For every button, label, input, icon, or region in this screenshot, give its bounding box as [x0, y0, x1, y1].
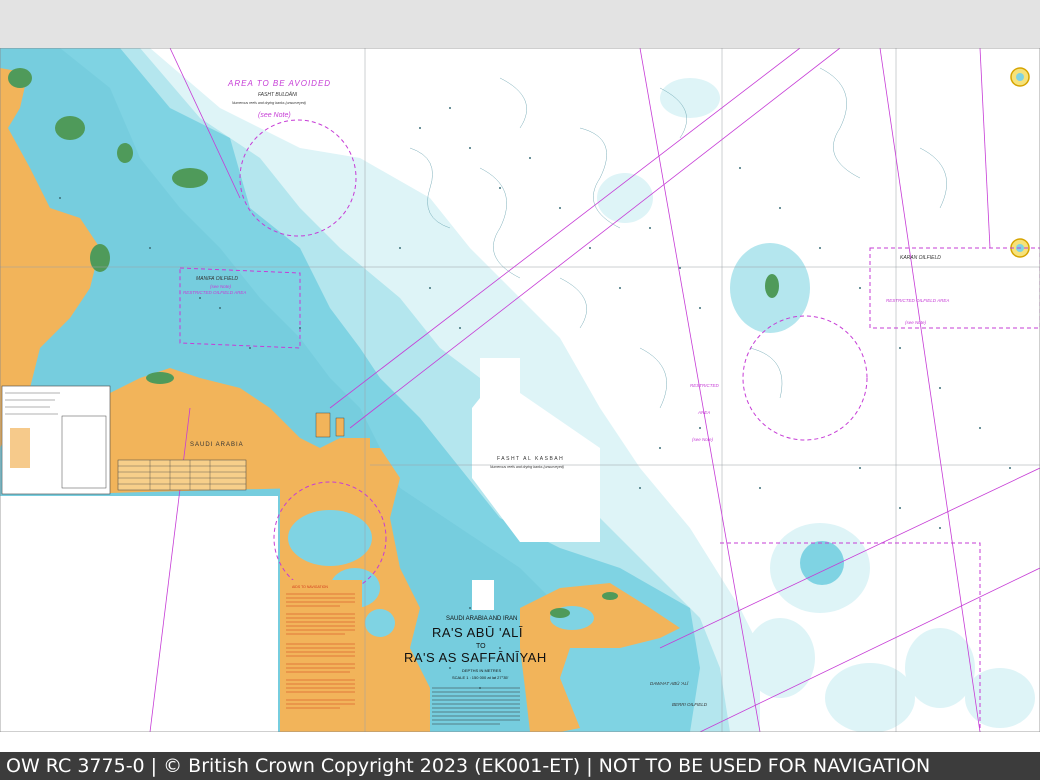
kasbah-label: FASHT AL KASBAH — [497, 456, 564, 462]
area-mid: AREA — [697, 410, 710, 415]
restricted-right: RESTRICTED OILFIELD AREA — [886, 298, 949, 303]
area-note: (see Note) — [692, 437, 714, 442]
copyright-footer: OW RC 3775-0 | © British Crown Copyright… — [0, 752, 1040, 780]
title-depths: DEPTHS IN METRES — [462, 668, 501, 673]
bottom-margin — [0, 732, 1040, 752]
title-region: SAUDI ARABIA AND IRAN — [446, 616, 517, 622]
notes-heading: AIDS TO NAVIGATION — [292, 585, 328, 589]
saudi-label: SAUDI ARABIA — [190, 442, 244, 448]
avoid-sub: Numerous reefs and drying banks (unsurve… — [232, 101, 306, 105]
dawhat-label: DAWHAT ABŪ 'ALĪ — [650, 680, 689, 686]
karan-note: (see Note) — [905, 320, 927, 325]
title-to: TO — [476, 643, 486, 650]
title-line2: RA'S AS SAFFĀNĪYAH — [404, 650, 547, 665]
nautical-chart[interactable]: AREA TO BE AVOIDED FASHT BULDĀNI Numerou… — [0, 47, 1040, 733]
inset-box-left — [0, 496, 278, 732]
avoid-title: AREA TO BE AVOIDED — [227, 79, 331, 88]
title-line1: RA'S ABŪ 'ALĪ — [432, 625, 523, 640]
title-scale: SCALE 1 : 150 000 at lat 27°35' — [452, 675, 509, 680]
avoid-name: FASHT BULDĀNI — [258, 91, 298, 98]
karan-label: KARAN OILFIELD — [900, 255, 941, 261]
chart-svg: AREA TO BE AVOIDED FASHT BULDĀNI Numerou… — [0, 47, 1040, 733]
manifa-label: MANIFA OILFIELD — [196, 276, 238, 282]
restricted-mid: RESTRICTED — [690, 383, 720, 388]
kasbah-sub: Numerous reefs and drying banks (unsurve… — [490, 465, 564, 469]
tidal-table — [117, 459, 247, 491]
manifa-note: (see Note) — [210, 284, 232, 289]
avoid-note: (see Note) — [258, 112, 291, 119]
top-bar — [0, 0, 1040, 48]
berri-label: BERRI OILFIELD — [672, 702, 708, 707]
restricted-left: RESTRICTED OILFIELD AREA — [183, 290, 246, 295]
